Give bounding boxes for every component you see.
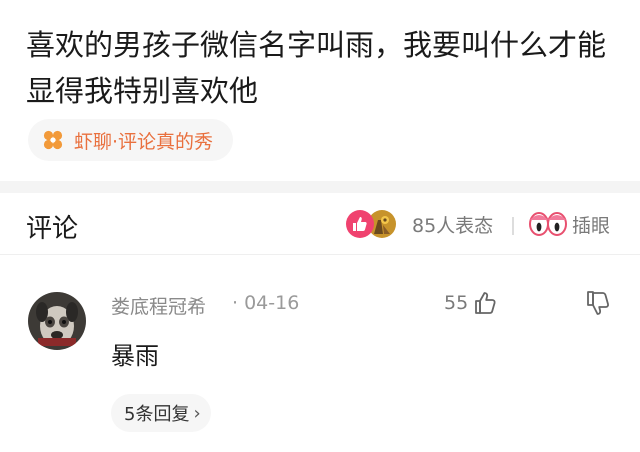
topic-chip[interactable]: 虾聊·评论真的秀 [28, 119, 234, 161]
comments-header: 评论 85人表态 插眼 [0, 193, 640, 255]
post-page: 喜欢的男孩子微信名字叫雨，我要叫什么才能显得我特别喜欢他 虾聊·评论真的秀 评论 [0, 0, 640, 452]
header-separator [512, 217, 514, 235]
section-divider [0, 181, 640, 193]
peek-label: 插眼 [572, 214, 611, 237]
replies-label: 5条回复 [124, 404, 190, 425]
reaction-icons [346, 209, 406, 239]
comment-like-count: 55 [444, 292, 469, 314]
thumbs-up-icon [346, 210, 374, 238]
dog-avatar[interactable] [28, 292, 86, 350]
comment-item: 娄底程冠希 · 04-16 55 暴雨 5条回复 › [0, 256, 640, 452]
comment-date: · 04-16 [232, 292, 300, 314]
comment-dislike-button[interactable] [584, 289, 614, 319]
question-title: 喜欢的男孩子微信名字叫雨，我要叫什么才能显得我特别喜欢他 [26, 28, 607, 108]
eyes-icon [529, 212, 567, 236]
thumbs-down-outline-icon [587, 291, 609, 315]
comment-author[interactable]: 娄底程冠希 [111, 292, 206, 319]
flower-icon [43, 130, 63, 150]
topic-label: 虾聊·评论真的秀 [74, 130, 214, 153]
chevron-right-icon: › [193, 402, 201, 424]
comment-like-button[interactable]: 55 [444, 286, 499, 320]
view-replies-button[interactable]: 5条回复 › [111, 394, 211, 432]
peek-button[interactable]: 插眼 [529, 207, 610, 241]
thumbs-up-outline-icon [475, 292, 496, 314]
reaction-count: 85人表态 [412, 214, 494, 237]
comments-title: 评论 [26, 214, 79, 244]
reactions-button[interactable]: 85人表态 [346, 207, 493, 241]
comment-body: 暴雨 [111, 342, 159, 370]
